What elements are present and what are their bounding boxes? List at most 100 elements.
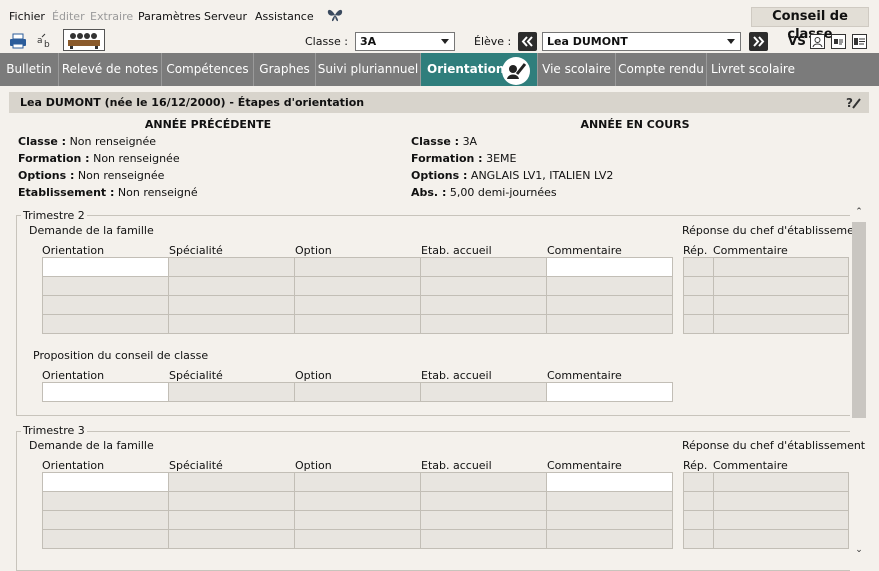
double-chevron-right-icon: [753, 36, 765, 47]
table-row: [683, 295, 849, 315]
tab-compte-rendu[interactable]: Compte rendu: [616, 53, 707, 86]
menu-serveur[interactable]: Serveur: [204, 10, 247, 23]
page-title: Lea DUMONT (née le 16/12/2000) - Étapes …: [20, 96, 365, 109]
next-student-button[interactable]: [749, 32, 768, 51]
t2-reponse-label: Réponse du chef d'établissement: [682, 224, 866, 237]
menu-fichier[interactable]: Fichier: [9, 10, 45, 23]
svg-text:b: b: [44, 40, 50, 49]
table-row: [683, 276, 849, 296]
orientation-signpost-icon: [502, 57, 530, 85]
table-row: [42, 314, 673, 334]
t3-commentaire-input[interactable]: [546, 472, 673, 492]
t2-proposition-label: Proposition du conseil de classe: [33, 349, 209, 362]
previous-etablissement: Etablissement : Non renseigné: [18, 186, 198, 199]
chevron-down-icon: [727, 39, 735, 44]
t2-col-commentaire: Commentaire: [547, 244, 622, 257]
conseil-mode-button[interactable]: [63, 29, 105, 51]
menu-assistance[interactable]: Assistance: [255, 10, 314, 23]
spellcheck-icon[interactable]: a b: [37, 33, 55, 49]
t3-demande-label: Demande de la famille: [29, 439, 154, 452]
table-row: [683, 314, 849, 334]
scroll-up-icon[interactable]: ⌃: [852, 207, 866, 219]
t2-prop-col-commentaire: Commentaire: [547, 369, 622, 382]
table-cell: [168, 257, 295, 277]
svg-text:?: ?: [846, 96, 853, 110]
table-row: [683, 510, 849, 530]
table-row: [42, 529, 673, 549]
table-row: [683, 257, 849, 277]
tab-graphes[interactable]: Graphes: [254, 53, 316, 86]
tab-livret-scolaire[interactable]: Livret scolaire: [707, 53, 799, 86]
table-cell: [294, 257, 421, 277]
tab-suivi-pluriannuel[interactable]: Suivi pluriannuel: [316, 53, 421, 86]
current-options: Options : ANGLAIS LV1, ITALIEN LV2: [411, 169, 614, 182]
vs-button[interactable]: VS: [788, 34, 806, 48]
t2-col-rep-commentaire: Commentaire: [713, 244, 788, 257]
t2-orientation-input[interactable]: [42, 257, 169, 277]
tab-bulletin[interactable]: Bulletin: [0, 53, 59, 86]
t2-col-rep: Rép.: [683, 244, 708, 257]
t3-demande-table: [42, 472, 673, 549]
t3-col-rep-commentaire: Commentaire: [713, 459, 788, 472]
t2-col-orientation: Orientation: [42, 244, 105, 257]
menu-parametres[interactable]: Paramètres: [138, 10, 201, 23]
t3-orientation-input[interactable]: [42, 472, 169, 492]
t2-prop-orientation-input[interactable]: [42, 382, 169, 402]
tab-bar: Bulletin Relevé de notes Compétences Gra…: [0, 53, 879, 86]
classe-value: 3A: [360, 35, 377, 48]
t2-col-specialite: Spécialité: [169, 244, 223, 257]
tab-releve-de-notes[interactable]: Relevé de notes: [59, 53, 162, 86]
page-title-bar: Lea DUMONT (née le 16/12/2000) - Étapes …: [9, 92, 869, 113]
scrollbar-thumb[interactable]: [852, 222, 866, 418]
t2-prop-col-orientation: Orientation: [42, 369, 105, 382]
tab-competences[interactable]: Compétences: [162, 53, 254, 86]
eleve-select[interactable]: Lea DUMONT: [542, 32, 741, 51]
current-year-header: ANNÉE EN COURS: [580, 118, 690, 131]
table-row: [683, 472, 849, 492]
scroll-down-icon[interactable]: ⌄: [852, 545, 866, 557]
table-row: [42, 276, 673, 296]
eleve-label: Élève :: [474, 35, 512, 48]
t2-prop-col-specialite: Spécialité: [169, 369, 223, 382]
menu-bar: Fichier Éditer Extraire Paramètres Serve…: [0, 0, 879, 42]
t3-col-orientation: Orientation: [42, 459, 105, 472]
context-title: Conseil de classe: [751, 7, 869, 42]
current-classe: Classe : 3A: [411, 135, 478, 148]
help-edit-icon[interactable]: ?: [846, 95, 862, 110]
previous-classe: Classe : Non renseignée: [18, 135, 157, 148]
previous-student-button[interactable]: [518, 32, 537, 51]
current-formation: Formation : 3EME: [411, 152, 517, 165]
t2-commentaire-input[interactable]: [546, 257, 673, 277]
t2-prop-commentaire-input[interactable]: [546, 382, 673, 402]
t2-col-option: Option: [295, 244, 332, 257]
t2-demande-label: Demande de la famille: [29, 224, 154, 237]
print-icon[interactable]: [9, 33, 27, 49]
classe-label: Classe :: [305, 35, 348, 48]
table-cell: [420, 257, 547, 277]
trimestre-2-legend: Trimestre 2: [21, 209, 87, 222]
table-row: [42, 295, 673, 315]
class-council-icon: [68, 33, 100, 49]
table-row: [42, 491, 673, 511]
classe-select[interactable]: 3A: [355, 32, 455, 51]
t2-col-etab: Etab. accueil: [421, 244, 492, 257]
id-card-icon[interactable]: [831, 34, 846, 49]
menu-extraire[interactable]: Extraire: [90, 10, 133, 23]
student-photo-icon[interactable]: [810, 34, 825, 49]
previous-formation: Formation : Non renseignée: [18, 152, 180, 165]
tab-vie-scolaire[interactable]: Vie scolaire: [538, 53, 616, 86]
previous-options: Options : Non renseignée: [18, 169, 165, 182]
previous-year-header: ANNÉE PRÉCÉDENTE: [144, 118, 272, 131]
t2-demande-table: [42, 257, 673, 334]
contact-card-icon[interactable]: [852, 34, 867, 49]
table-row: [42, 472, 673, 492]
chevron-down-icon: [441, 39, 449, 44]
table-row: [683, 491, 849, 511]
butterfly-icon[interactable]: [327, 8, 343, 22]
menu-editer[interactable]: Éditer: [52, 10, 85, 23]
t2-prop-col-etab: Etab. accueil: [421, 369, 492, 382]
double-chevron-left-icon: [521, 36, 533, 47]
t3-col-etab: Etab. accueil: [421, 459, 492, 472]
svg-text:a: a: [37, 36, 43, 46]
t2-proposition-table: [42, 382, 673, 402]
